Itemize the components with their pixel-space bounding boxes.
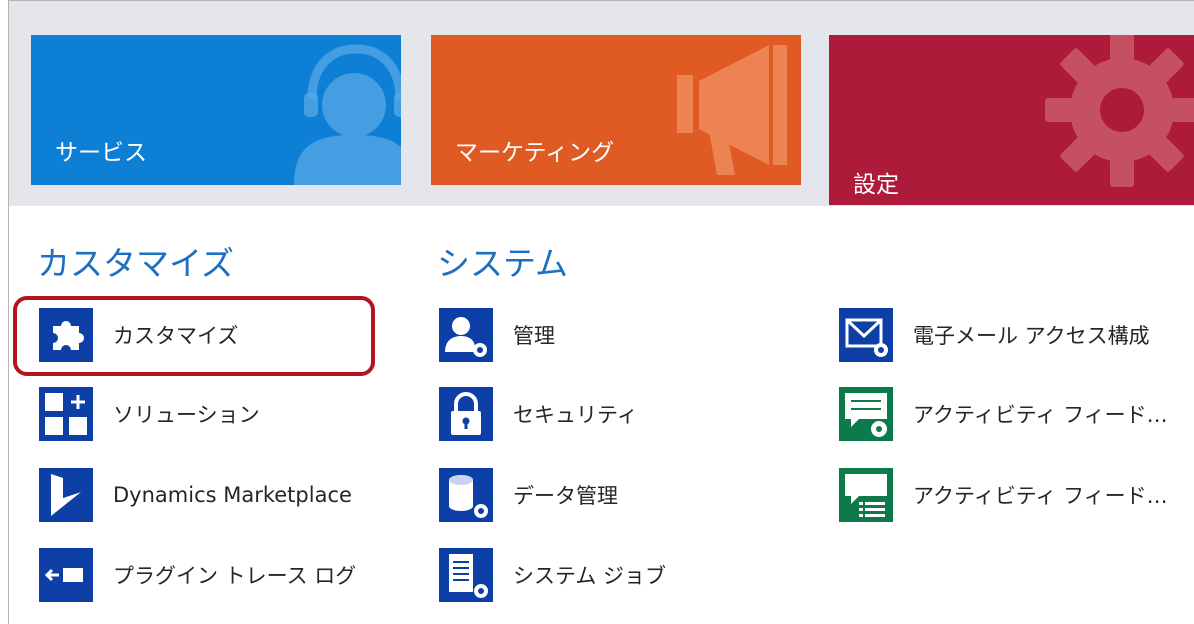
database-gear-icon [439, 468, 493, 522]
solution-blocks-icon [39, 387, 93, 441]
dynamics-logo-icon [39, 468, 93, 522]
item-activity-feed-rules-label: アクティビティ フィード… [913, 484, 1168, 508]
item-security-label: セキュリティ [513, 403, 638, 427]
item-data-management[interactable]: データ管理 [439, 467, 618, 523]
item-system-jobs-label: システム ジョブ [513, 564, 667, 588]
tile-settings[interactable]: 設定 [829, 35, 1194, 205]
tile-service[interactable]: サービス [31, 35, 401, 185]
tile-service-label: サービス [55, 140, 147, 166]
item-admin[interactable]: 管理 [439, 307, 555, 363]
item-data-management-label: データ管理 [513, 484, 618, 508]
item-plugin-trace-log-label: プラグイン トレース ログ [113, 564, 357, 588]
chat-gear-icon [839, 387, 893, 441]
email-gear-icon [839, 308, 893, 362]
item-system-jobs[interactable]: システム ジョブ [439, 547, 666, 603]
section-title-system: システム [437, 244, 569, 283]
item-plugin-trace-log[interactable]: プラグイン トレース ログ [39, 547, 356, 603]
lock-icon [439, 387, 493, 441]
item-activity-feed-rules[interactable]: アクティビティ フィード… [839, 467, 1168, 523]
megaphone-icon [677, 45, 787, 175]
item-email-access-config-label: 電子メール アクセス構成 [913, 324, 1150, 348]
item-solutions[interactable]: ソリューション [39, 386, 260, 442]
section-title-customize: カスタマイズ [37, 244, 235, 283]
item-admin-label: 管理 [513, 324, 555, 348]
tile-settings-label: 設定 [853, 172, 899, 198]
item-security[interactable]: セキュリティ [439, 386, 638, 442]
item-activity-feed-config-label: アクティビティ フィード… [913, 403, 1168, 427]
app-frame: サービス マーケティング 設定 カスタマイズ システム カスタマイズ ソリューシ… [8, 0, 1194, 624]
tile-marketing-label: マーケティング [455, 140, 615, 166]
item-solutions-label: ソリューション [113, 403, 260, 427]
headset-person-icon [294, 44, 401, 185]
item-dynamics-marketplace[interactable]: Dynamics Marketplace [39, 467, 352, 523]
item-email-access-config[interactable]: 電子メール アクセス構成 [839, 307, 1150, 363]
tile-marketing[interactable]: マーケティング [431, 35, 801, 185]
chat-list-icon [839, 468, 893, 522]
item-customize[interactable]: カスタマイズ [39, 307, 238, 363]
plugin-trace-icon [39, 548, 93, 602]
item-activity-feed-config[interactable]: アクティビティ フィード… [839, 386, 1168, 442]
gear-icon [1045, 35, 1194, 187]
puzzle-icon [39, 308, 93, 362]
item-customize-label: カスタマイズ [113, 324, 239, 348]
item-dynamics-marketplace-label: Dynamics Marketplace [113, 483, 352, 507]
admin-user-gear-icon [439, 308, 493, 362]
document-gear-icon [439, 548, 493, 602]
